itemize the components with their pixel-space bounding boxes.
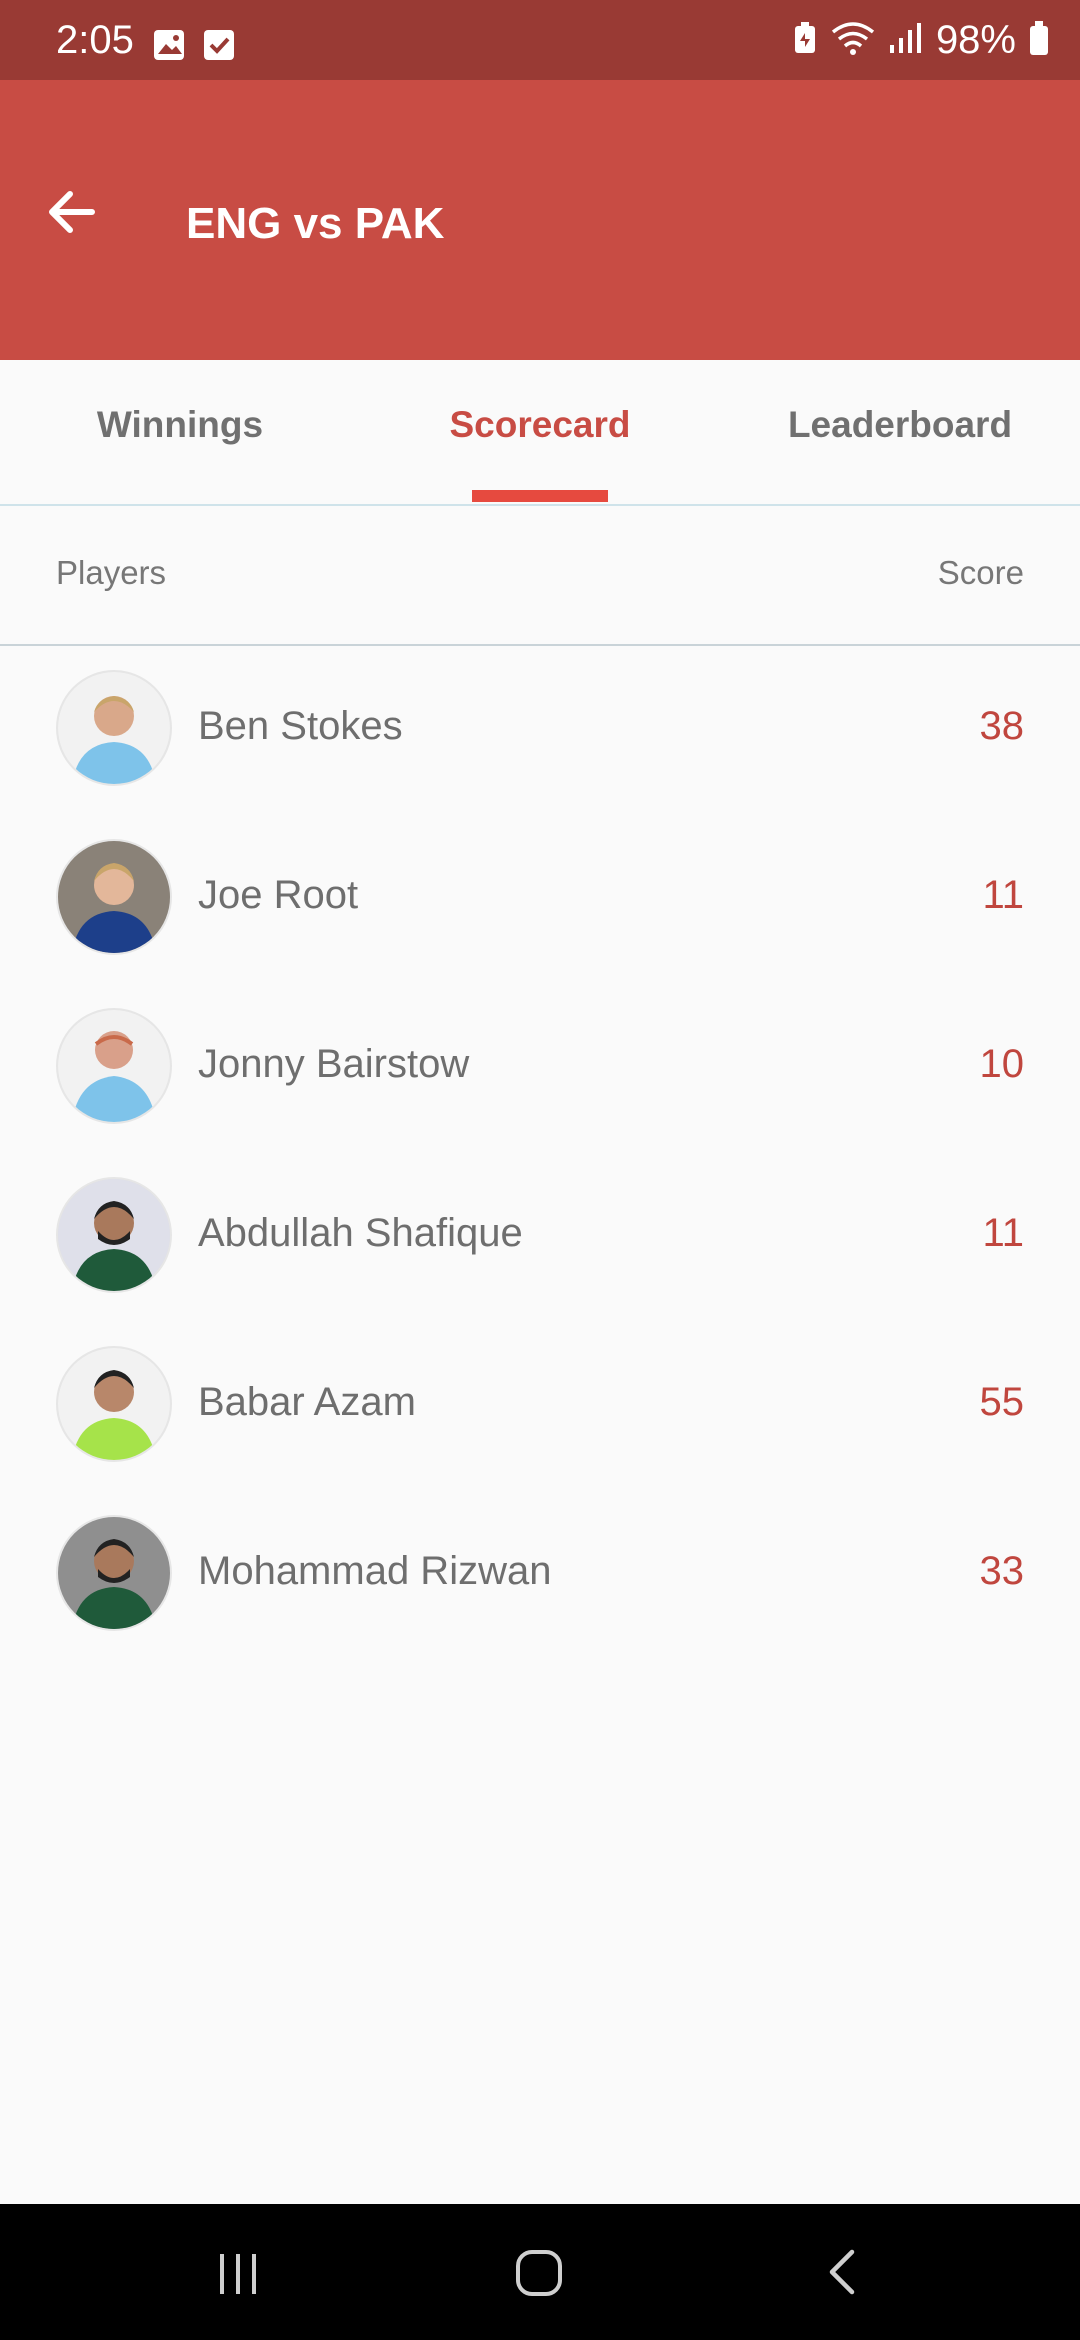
player-score: 11 [982, 873, 1024, 917]
player-name: Abdullah Shafique [198, 1211, 523, 1255]
signal-icon [888, 21, 924, 60]
gallery-icon [152, 28, 186, 67]
player-avatar [56, 1177, 172, 1293]
arrow-left-icon [49, 191, 95, 233]
player-name: Mohammad Rizwan [198, 1549, 552, 1593]
wifi-icon [830, 20, 876, 61]
player-row[interactable]: Ben Stokes 38 [0, 646, 1080, 814]
player-score: 33 [979, 1549, 1025, 1593]
tab-scorecard[interactable]: Scorecard [360, 400, 720, 450]
player-avatar [56, 1515, 172, 1631]
back-icon [829, 2249, 855, 2295]
player-score: 11 [982, 1211, 1024, 1255]
player-row[interactable]: Babar Azam 55 [0, 1322, 1080, 1490]
home-icon [516, 2250, 562, 2296]
list-header: Players Score [0, 506, 1080, 646]
status-time: 2:05 [56, 18, 134, 62]
home-button[interactable] [508, 2240, 572, 2304]
battery-percentage: 98% [935, 18, 1016, 62]
recent-apps-button[interactable] [206, 2240, 270, 2304]
tab-bar: Winnings Scorecard Leaderboard [0, 360, 1080, 506]
system-back-button[interactable] [812, 2240, 876, 2304]
back-button[interactable] [40, 180, 104, 244]
player-row[interactable]: Joe Root 11 [0, 815, 1080, 983]
status-bar: 2:05 98% [0, 0, 1080, 80]
tab-leaderboard[interactable]: Leaderboard [720, 400, 1080, 450]
player-row[interactable]: Abdullah Shafique 11 [0, 1153, 1080, 1321]
player-name: Babar Azam [198, 1380, 416, 1424]
player-score: 38 [979, 704, 1025, 748]
player-avatar [56, 1346, 172, 1462]
page-title: ENG vs PAK [186, 199, 445, 248]
battery-saver-icon [792, 21, 818, 60]
system-nav-bar [0, 2204, 1080, 2340]
players-column-header: Players [56, 554, 167, 591]
checkbox-icon [202, 28, 236, 67]
player-row[interactable]: Mohammad Rizwan 33 [0, 1491, 1080, 1659]
player-avatar [56, 839, 172, 955]
score-column-header: Score [937, 554, 1024, 591]
player-name: Ben Stokes [198, 704, 403, 748]
player-score: 55 [979, 1380, 1025, 1424]
tab-indicator [472, 490, 608, 502]
player-avatar [56, 670, 172, 786]
player-name: Joe Root [198, 873, 359, 917]
player-name: Jonny Bairstow [198, 1042, 470, 1086]
recent-apps-icon [220, 2254, 256, 2294]
app-bar [0, 80, 1080, 360]
status-notification-icons [152, 28, 236, 67]
status-system-icons: 98% [792, 16, 1050, 64]
player-score: 10 [979, 1042, 1025, 1086]
tab-winnings[interactable]: Winnings [0, 400, 360, 450]
player-row[interactable]: Jonny Bairstow 10 [0, 984, 1080, 1152]
player-avatar [56, 1008, 172, 1124]
battery-icon [1028, 20, 1050, 61]
